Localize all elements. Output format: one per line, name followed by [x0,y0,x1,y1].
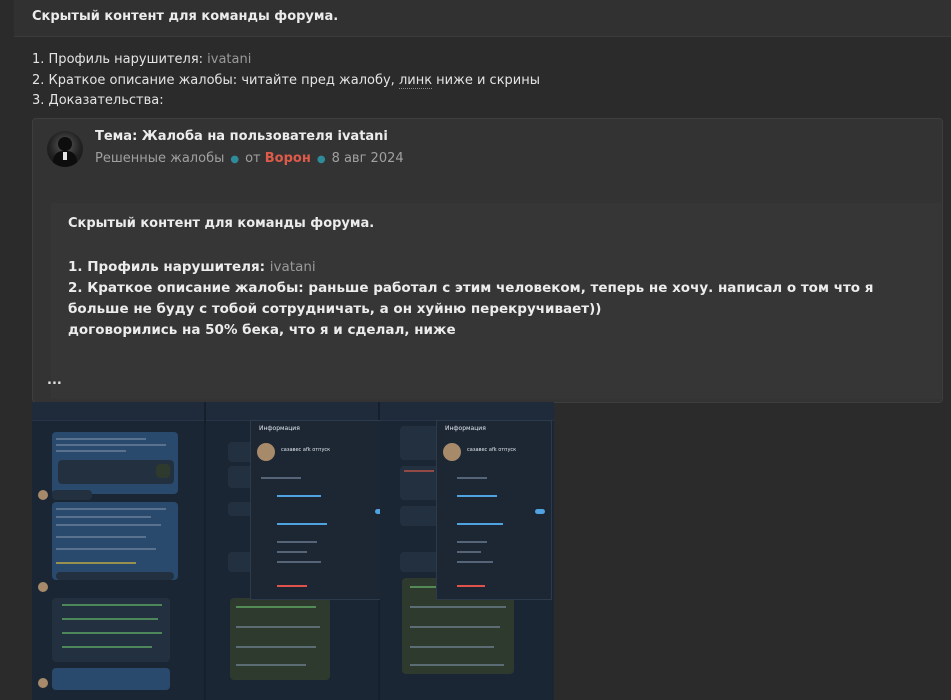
inner-hidden-title: Скрытый контент для команды форума. [68,216,375,231]
separator-dot-icon: ● [316,154,326,165]
offender-username[interactable]: ivatani [207,52,251,67]
info-popup-1: Информация сазавес afk отпуск [250,420,392,600]
separator-dot-icon: ● [230,154,240,165]
thread-meta: Решенные жалобы ● от Ворон ● 8 авг 2024 [95,151,404,166]
thread-title[interactable]: Тема: Жалоба на пользователя ivatani [95,129,388,144]
report-line-description: 2. Краткое описание жалобы: читайте пред… [32,72,541,89]
chat-column-1 [32,402,204,700]
author-avatar[interactable] [47,131,83,167]
chat-column-3: Информация сазавес afk отпуск [380,402,554,700]
thread-author[interactable]: Ворон [265,151,311,166]
inner-line-profile: 1. Профиль нарушителя: ivatani [68,259,316,275]
report-body: 1. Профиль нарушителя: ivatani 2. Кратко… [32,50,540,112]
inner-offender-username[interactable]: ivatani [270,259,316,275]
quoted-thread-card[interactable]: Тема: Жалоба на пользователя ivatani Реш… [32,118,943,403]
chat-column-2: Информация сазавес afk отпуск [206,402,392,700]
evidence-screenshot[interactable]: Информация сазавес afk отпуск Информация [32,402,554,700]
inner-hidden-content: Скрытый контент для команды форума. 1. П… [51,203,941,399]
inner-report-body: 1. Профиль нарушителя: ivatani 2. Кратко… [68,257,918,341]
hidden-content-banner: Скрытый контент для команды форума. [14,0,951,37]
inner-line-agreement: договорились на 50% бека, что я и сделал… [68,322,456,338]
report-line-profile: 1. Профиль нарушителя: ivatani [32,52,252,67]
thread-category[interactable]: Решенные жалобы [95,151,224,166]
hidden-content-title: Скрытый контент для команды форума. [32,9,339,24]
info-popup-2: Информация сазавес afk отпуск [436,420,552,600]
report-link[interactable]: линк [398,72,433,89]
thread-date: 8 авг 2024 [331,151,404,166]
report-line-evidence: 3. Доказательства: [32,93,164,108]
expand-quote-ellipsis[interactable]: ... [47,373,62,388]
inner-line-description: 2. Краткое описание жалобы: раньше работ… [68,280,874,317]
